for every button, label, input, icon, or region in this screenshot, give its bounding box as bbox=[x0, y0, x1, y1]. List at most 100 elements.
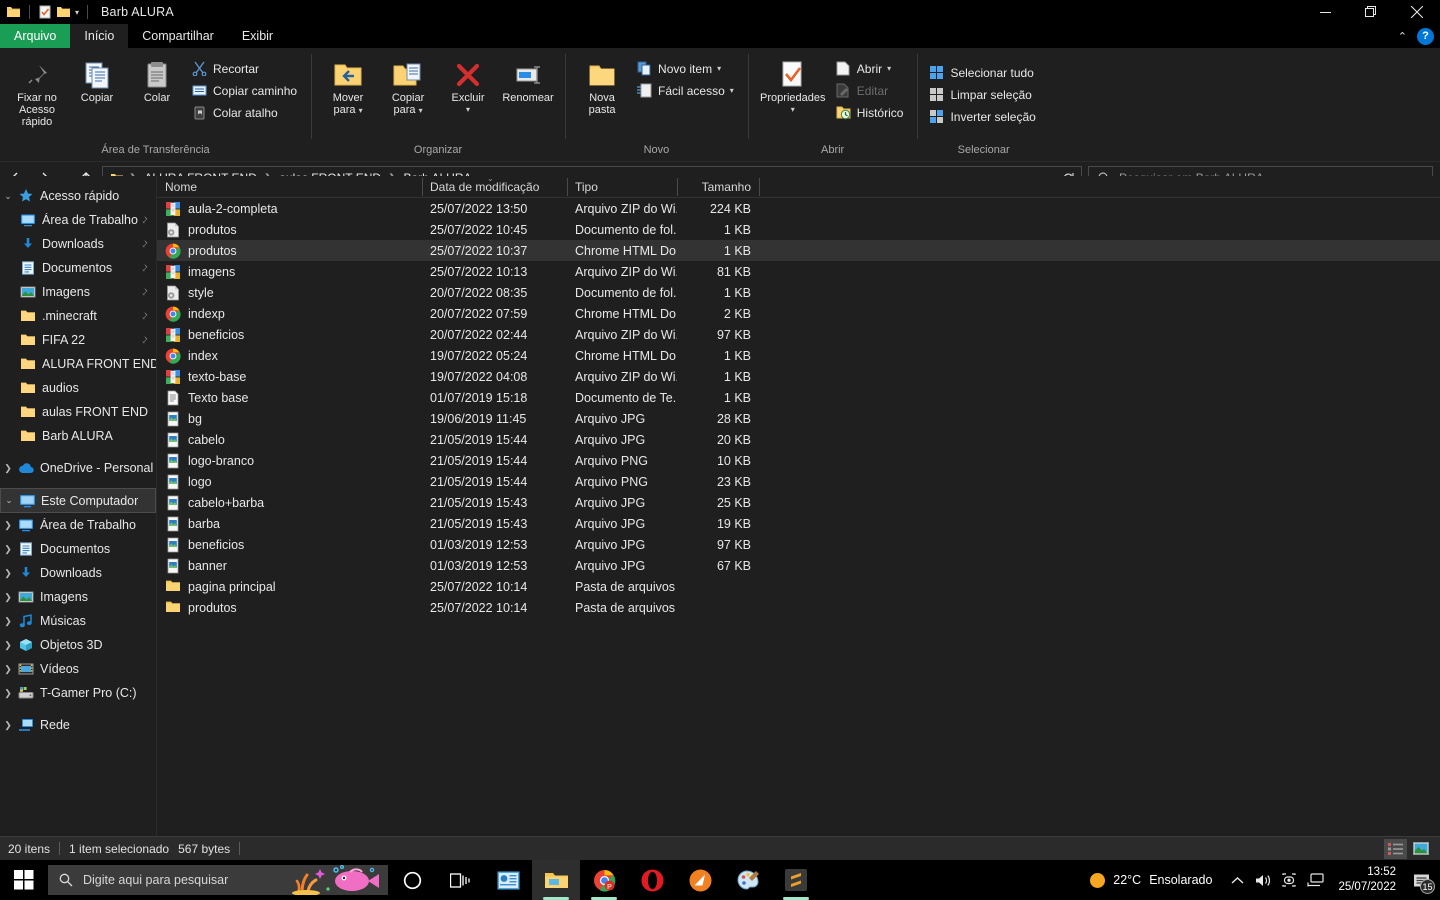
pin-icon[interactable] bbox=[137, 311, 148, 322]
new-folder-check-icon[interactable] bbox=[38, 5, 52, 19]
chevron-right-icon[interactable]: ❯ bbox=[0, 640, 16, 651]
sidebar-item-alura-front-end[interactable]: ALURA FRONT END bbox=[0, 352, 156, 376]
open-caret-icon[interactable]: ▾ bbox=[887, 64, 891, 73]
sidebar-item-network[interactable]: ❯ Rede bbox=[0, 713, 156, 737]
edit-button[interactable]: Editar bbox=[832, 80, 910, 101]
pin-icon[interactable] bbox=[137, 215, 148, 226]
file-explorer-icon[interactable] bbox=[532, 860, 580, 900]
table-row[interactable]: produtos 25/07/2022 10:45 Documento de fol… bbox=[157, 219, 1440, 240]
select-all-button[interactable]: Selecionar tudo bbox=[925, 62, 1041, 83]
large-icons-view-button[interactable] bbox=[1409, 839, 1432, 859]
folder-icon[interactable] bbox=[56, 5, 71, 19]
tab-arquivo[interactable]: Arquivo bbox=[0, 24, 71, 48]
copy-button[interactable]: Copiar bbox=[68, 54, 126, 108]
chevron-down-icon[interactable]: ⌄ bbox=[0, 191, 16, 202]
table-row[interactable]: barba 21/05/2019 15:43 Arquivo JPG 19 KB bbox=[157, 513, 1440, 534]
sidebar-item-t-gamer-pro-c[interactable]: ❯ T-Gamer Pro (C:) bbox=[0, 681, 156, 705]
sidebar-item-quick-access[interactable]: ⌄ Acesso rápido bbox=[0, 184, 156, 208]
customize-toolbar-chevron-icon[interactable]: ▾ bbox=[75, 8, 79, 17]
easy-access-caret-icon[interactable]: ▾ bbox=[730, 86, 734, 95]
table-row[interactable]: aula-2-completa 25/07/2022 13:50 Arquivo Z… bbox=[157, 198, 1440, 219]
pin-icon[interactable] bbox=[137, 239, 148, 250]
task-view-icon[interactable] bbox=[436, 860, 484, 900]
properties-caret-icon[interactable]: ▾ bbox=[791, 104, 795, 116]
paste-shortcut-button[interactable]: Colar atalho bbox=[188, 102, 303, 123]
sidebar-item-objetos-3d[interactable]: ❯ Objetos 3D bbox=[0, 633, 156, 657]
pin-icon[interactable] bbox=[137, 263, 148, 274]
table-row[interactable]: produtos 25/07/2022 10:37 Chrome HTML Do..… bbox=[157, 240, 1440, 261]
table-row[interactable]: beneficios 20/07/2022 02:44 Arquivo ZIP do… bbox=[157, 324, 1440, 345]
sidebar-item-documentos[interactable]: ❯ Documentos bbox=[0, 537, 156, 561]
sidebar-item-onedrive[interactable]: ❯ OneDrive - Personal bbox=[0, 456, 156, 480]
chevron-right-icon[interactable]: ❯ bbox=[0, 544, 16, 555]
sidebar-item-downloads[interactable]: Downloads bbox=[0, 232, 156, 256]
new-item-caret-icon[interactable]: ▾ bbox=[717, 64, 721, 73]
sidebar-item-documentos[interactable]: Documentos bbox=[0, 256, 156, 280]
sidebar-item-m-sicas[interactable]: ❯ Músicas bbox=[0, 609, 156, 633]
column-header-date[interactable]: Data de modificação bbox=[422, 176, 567, 198]
sidebar-item-fifa-22[interactable]: FIFA 22 bbox=[0, 328, 156, 352]
paint-icon[interactable] bbox=[724, 860, 772, 900]
sidebar-item-barb-alura[interactable]: Barb ALURA bbox=[0, 424, 156, 448]
table-row[interactable]: produtos 25/07/2022 10:14 Pasta de arquivo… bbox=[157, 597, 1440, 618]
column-header-name[interactable]: Nome bbox=[157, 176, 422, 198]
minimize-button[interactable] bbox=[1302, 0, 1348, 24]
table-row[interactable]: cabelo 21/05/2019 15:44 Arquivo JPG 20 KB bbox=[157, 429, 1440, 450]
table-row[interactable]: style 20/07/2022 08:35 Documento de fol...… bbox=[157, 282, 1440, 303]
powerpoint-icon[interactable] bbox=[484, 860, 532, 900]
pin-to-quick-access-button[interactable]: Fixar no Acesso rápido bbox=[8, 54, 66, 132]
help-icon[interactable]: ? bbox=[1417, 27, 1434, 45]
start-button[interactable] bbox=[0, 860, 48, 900]
clock[interactable]: 13:52 25/07/2022 bbox=[1328, 860, 1406, 900]
cortana-icon[interactable] bbox=[388, 860, 436, 900]
tab-compartilhar[interactable]: Compartilhar bbox=[128, 24, 228, 48]
copy-path-button[interactable]: Copiar caminho bbox=[188, 80, 303, 101]
maximize-restore-button[interactable] bbox=[1348, 0, 1394, 24]
delete-button[interactable]: Excluir ▾ bbox=[439, 54, 497, 120]
chevron-right-icon[interactable]: ❯ bbox=[0, 688, 16, 699]
column-header-empty[interactable] bbox=[759, 176, 1440, 198]
paste-button[interactable]: Colar bbox=[128, 54, 186, 108]
details-view-button[interactable] bbox=[1384, 838, 1407, 859]
chevron-right-icon[interactable]: ❯ bbox=[0, 463, 16, 474]
close-button[interactable] bbox=[1394, 0, 1440, 24]
taskbar-search-input[interactable]: Digite aqui para pesquisar bbox=[48, 865, 388, 895]
sidebar-item-aulas-front-end[interactable]: aulas FRONT END bbox=[0, 400, 156, 424]
sidebar-item-this-pc[interactable]: ⌄ Este Computador bbox=[0, 488, 156, 513]
chevron-right-icon[interactable]: ❯ bbox=[0, 616, 16, 627]
chevron-right-icon-network[interactable]: ❯ bbox=[0, 720, 16, 731]
invert-selection-button[interactable]: Inverter seleção bbox=[925, 106, 1041, 127]
sublime-text-icon[interactable] bbox=[772, 860, 820, 900]
chevron-right-icon[interactable]: ❯ bbox=[0, 592, 16, 603]
volume-icon[interactable] bbox=[1250, 860, 1276, 900]
table-row[interactable]: logo-branco 21/05/2019 15:44 Arquivo PNG 10… bbox=[157, 450, 1440, 471]
sidebar-item-v-deos[interactable]: ❯ Vídeos bbox=[0, 657, 156, 681]
pin-icon[interactable] bbox=[137, 287, 148, 298]
sidebar-item-downloads[interactable]: ❯ Downloads bbox=[0, 561, 156, 585]
sidebar-item-imagens[interactable]: Imagens bbox=[0, 280, 156, 304]
collapse-ribbon-chevron-icon[interactable]: ⌃ bbox=[1398, 30, 1407, 43]
table-row[interactable]: pagina principal 25/07/2022 10:14 Pasta de… bbox=[157, 576, 1440, 597]
table-row[interactable]: beneficios 01/03/2019 12:53 Arquivo JPG 97 … bbox=[157, 534, 1440, 555]
sidebar-item-rea-de-trabalho[interactable]: ❯ Área de Trabalho bbox=[0, 513, 156, 537]
history-button[interactable]: Histórico bbox=[832, 102, 910, 123]
chevron-right-icon[interactable]: ❯ bbox=[0, 664, 16, 675]
chrome-icon[interactable]: P bbox=[580, 860, 628, 900]
weather-widget[interactable]: 22°C Ensolarado bbox=[1082, 860, 1224, 900]
chevron-right-icon[interactable]: ❯ bbox=[0, 520, 16, 531]
delete-caret-icon[interactable]: ▾ bbox=[466, 104, 470, 116]
pin-icon[interactable] bbox=[137, 335, 148, 346]
show-hidden-icons-chevron-icon[interactable] bbox=[1224, 860, 1250, 900]
properties-button[interactable]: Propriedades ▾ bbox=[756, 54, 830, 120]
chevron-right-icon[interactable]: ❯ bbox=[0, 568, 16, 579]
cut-button[interactable]: Recortar bbox=[188, 58, 303, 79]
move-to-button[interactable]: Mover para ▾ bbox=[319, 54, 377, 121]
network-tray-icon[interactable] bbox=[1302, 860, 1328, 900]
table-row[interactable]: index 19/07/2022 05:24 Chrome HTML Do... 1 … bbox=[157, 345, 1440, 366]
orange-app-icon[interactable] bbox=[676, 860, 724, 900]
chevron-down-icon-pc[interactable]: ⌄ bbox=[1, 495, 17, 506]
sidebar-item-imagens[interactable]: ❯ Imagens bbox=[0, 585, 156, 609]
table-row[interactable]: cabelo+barba 21/05/2019 15:43 Arquivo JPG 2… bbox=[157, 492, 1440, 513]
table-row[interactable]: imagens 25/07/2022 10:13 Arquivo ZIP do Wi… bbox=[157, 261, 1440, 282]
table-row[interactable]: logo 21/05/2019 15:44 Arquivo PNG 23 KB bbox=[157, 471, 1440, 492]
